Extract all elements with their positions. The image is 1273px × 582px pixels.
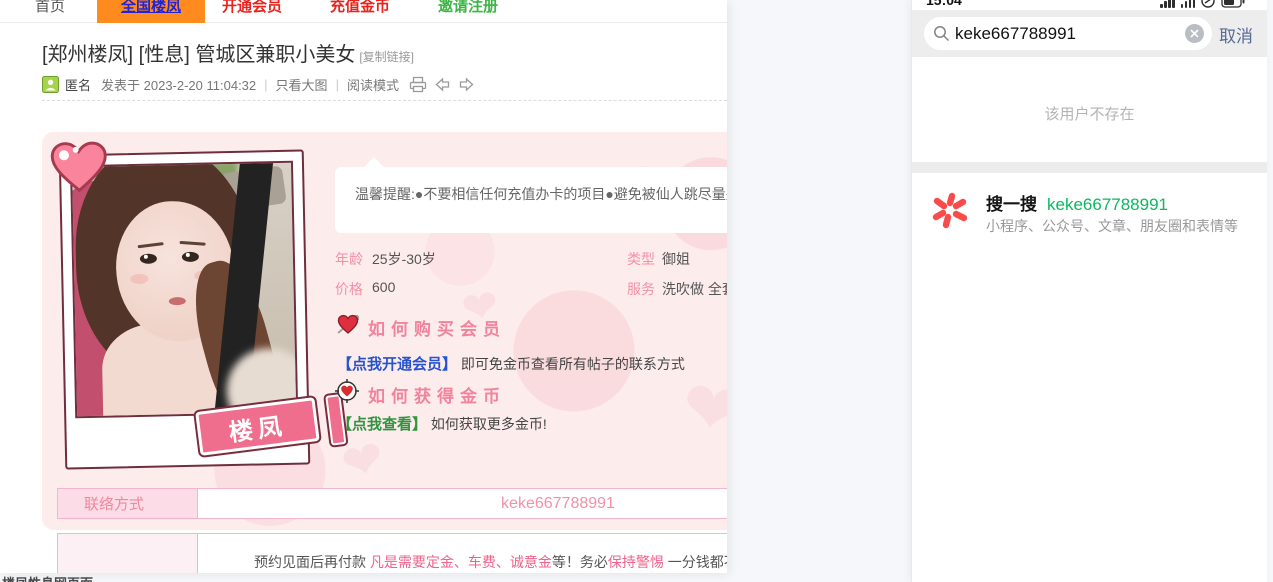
divider [42, 100, 727, 101]
post-meta-row: 匿名 发表于 2023-2-20 11:04:32 | 只看大图 | 阅读模式 [42, 74, 475, 94]
nav-item-home[interactable]: 首页 [35, 0, 65, 23]
target-heart-icon [335, 379, 359, 403]
field-label-age: 年龄 [335, 249, 363, 269]
nav-tab-active-national[interactable]: 全国楼凤 [97, 0, 205, 23]
bottom-warning-left-cell [58, 534, 198, 573]
view-images-link[interactable]: 只看大图 [276, 75, 328, 94]
status-bar: 15:04 [912, 0, 1267, 10]
buy-section-title: 如何购买会员 [368, 315, 506, 340]
field-value-service: 洗吹做 全套服务 [662, 279, 727, 299]
decor-heart: ❤ [676, 363, 727, 455]
nav-item-coins[interactable]: 充值金币 [330, 0, 390, 23]
field-value-type: 御姐 [662, 249, 690, 269]
forum-nav: 首页 全国楼凤 开通会员 充值金币 邀请注册 [0, 0, 727, 23]
status-time: 15:04 [926, 0, 962, 8]
separator: | [336, 77, 339, 92]
sousou-query: keke667788991 [1047, 195, 1168, 214]
battery-icon [1221, 0, 1245, 8]
field-label-price: 价格 [335, 279, 363, 299]
view-coins-link[interactable]: 【点我查看】 [337, 416, 427, 433]
sousou-spark-icon [931, 191, 969, 229]
clear-search-icon[interactable] [1185, 24, 1204, 43]
cupid-heart-icon [335, 312, 361, 336]
section-divider [912, 162, 1267, 173]
coin-section-line: 【点我查看】 如何获取更多金币! [337, 413, 547, 434]
screenshot-root: 首页 全国楼凤 开通会员 充值金币 邀请注册 [郑州楼凤] [性息] 管城区兼职… [0, 0, 1273, 582]
bottom-warning-text: 预约见面后再付款 凡是需要定金、车费、诚意金等！务必保持警惕 一分钱都不要先给；… [254, 552, 727, 572]
post-title: [郑州楼凤] [性息] 管城区兼职小美女[复制链接] [42, 38, 414, 67]
sousou-title: 搜一搜keke667788991 [986, 190, 1168, 215]
prev-arrow-icon[interactable] [434, 77, 451, 92]
post-info-card: ❤ ❤ ❤ ❤ [42, 132, 727, 530]
bottom-warning-box: 预约见面后再付款 凡是需要定金、车费、诚意金等！务必保持警惕 一分钱都不要先给；… [57, 533, 727, 573]
field-value-age: 25岁-30岁 [372, 249, 436, 269]
status-icons [1160, 0, 1245, 8]
field-value-price: 600 [372, 279, 395, 295]
search-bar-area: keke667788991 取消 [912, 10, 1267, 57]
print-icon[interactable] [409, 76, 427, 93]
nav-item-invite[interactable]: 邀请注册 [438, 0, 498, 23]
read-mode-link[interactable]: 阅读模式 [347, 75, 399, 94]
profile-photo[interactable]: 楼凤 [59, 149, 311, 469]
search-result-empty-section: 该用户不存在 [912, 57, 1267, 162]
nav-tab-label: 全国楼凤 [121, 0, 181, 16]
user-not-exist-message: 该用户不存在 [912, 103, 1267, 124]
search-input[interactable]: keke667788991 [924, 17, 1212, 50]
notice-text: 温馨提醒:●不要相信任何充值办卡的项目●避免被仙人跳尽量别在酒店约 [355, 184, 727, 204]
wechat-panel: 15:04 [911, 0, 1267, 582]
contact-value[interactable]: keke667788991 [463, 489, 653, 518]
nav-item-vip[interactable]: 开通会员 [222, 0, 282, 23]
next-arrow-icon[interactable] [458, 77, 475, 92]
signal-icon [1160, 0, 1175, 8]
sousou-result-row[interactable]: 搜一搜keke667788991 小程序、公众号、文章、朋友圈和表情等 [912, 173, 1267, 582]
buy-section-line: 【点我开通会员】 即可免金币查看所有帖子的联系方式 [337, 353, 685, 374]
search-query-text: keke667788991 [955, 24, 1076, 44]
open-vip-link[interactable]: 【点我开通会员】 [337, 356, 457, 373]
cancel-button[interactable]: 取消 [1219, 22, 1253, 47]
post-timestamp: 发表于 2023-2-20 11:04:32 [101, 75, 256, 94]
separator: | [264, 77, 267, 92]
copy-link[interactable]: [复制链接] [359, 50, 414, 64]
field-label-service: 服务 [627, 279, 655, 299]
mute-icon [1201, 0, 1215, 8]
heart-sticker-icon [47, 140, 110, 197]
coin-section-title: 如何获得金币 [368, 382, 506, 407]
buy-section-desc: 即可免金币查看所有帖子的联系方式 [461, 356, 685, 372]
coin-section-desc: 如何获取更多金币! [431, 416, 547, 432]
post-author[interactable]: 匿名 [65, 75, 91, 94]
anonymous-avatar-icon [42, 76, 59, 93]
photo-image [70, 161, 298, 419]
field-label-type: 类型 [627, 249, 655, 269]
sousou-subtitle: 小程序、公众号、文章、朋友圈和表情等 [986, 216, 1238, 236]
signal-icon-2 [1181, 0, 1196, 8]
contact-label: 联络方式 [58, 489, 198, 518]
notice-box: 温馨提醒:●不要相信任何充值办卡的项目●避免被仙人跳尽量别在酒店约 [335, 167, 727, 233]
clipped-footer-text: 楼凤性息网页面 [2, 573, 242, 582]
search-icon [933, 25, 950, 42]
contact-row: 联络方式 keke667788991 [57, 488, 727, 519]
forum-page: 首页 全国楼凤 开通会员 充值金币 邀请注册 [郑州楼凤] [性息] 管城区兼职… [0, 0, 727, 573]
